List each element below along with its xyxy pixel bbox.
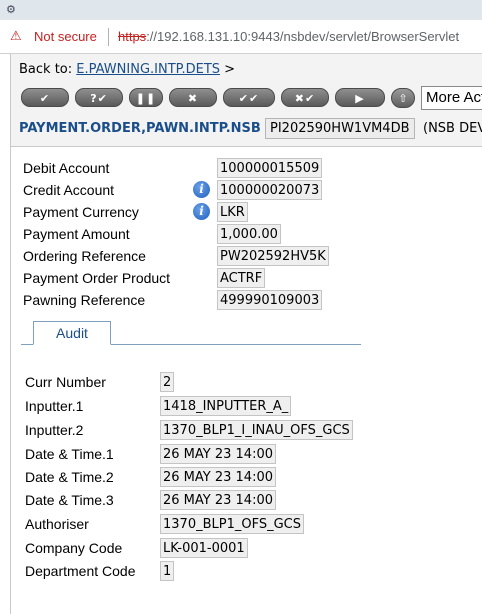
app-icon: ⚙ — [6, 3, 16, 16]
address-bar[interactable]: ⚠ Not secure https://192.168.131.10:9443… — [0, 20, 482, 54]
debit-account-value[interactable]: 100000015509 — [217, 158, 323, 178]
info-icon[interactable]: i — [193, 203, 210, 220]
authorise-button[interactable]: ✔✔ — [223, 88, 275, 107]
audit-label: Curr Number — [25, 374, 106, 390]
warning-icon[interactable]: ⚠ — [10, 29, 22, 44]
commit-icon: ✔ — [39, 92, 51, 105]
more-actions-select[interactable]: More Actions — [421, 86, 482, 110]
address-separator — [108, 28, 109, 46]
reverse-button[interactable]: ✖✔ — [281, 88, 329, 107]
window-titlebar: ⚙ — [0, 0, 482, 20]
up-arrow-icon: ⇧ — [398, 92, 408, 105]
pause-icon: ❚❚ — [135, 92, 157, 105]
back-prefix: Back to: — [19, 62, 73, 77]
date-time-2-value: 26 MAY 23 14:00 — [160, 467, 276, 487]
transaction-id-field[interactable]: PI202590HW1VM4DB — [265, 118, 415, 139]
url-scheme: https — [118, 29, 147, 44]
commit-button[interactable]: ✔ — [21, 88, 69, 107]
validate-button[interactable]: ?✔ — [75, 88, 123, 107]
field-label: Pawning Reference — [23, 292, 146, 308]
department-code-value: 1 — [160, 561, 175, 581]
field-label: Credit Account — [23, 182, 115, 198]
inputter-1-value: 1418_INPUTTER_A_ — [160, 396, 292, 416]
cross-icon: ✖ — [187, 92, 199, 105]
ordering-reference-value[interactable]: PW202592HV5K — [217, 246, 329, 266]
payment-amount-value[interactable]: 1,000.00 — [217, 224, 281, 244]
application-name: PAYMENT.ORDER,PAWN.INTP.NSB — [19, 121, 261, 136]
delete-button[interactable]: ✖ — [169, 88, 217, 107]
back-link[interactable]: E.PAWNING.INTP.DETS — [76, 62, 220, 77]
audit-label: Date & Time.2 — [25, 469, 114, 485]
record-body: Debit Account 100000015509 Credit Accoun… — [10, 146, 482, 614]
curr-number-value: 2 — [160, 372, 175, 392]
upload-button[interactable]: ⇧ — [391, 88, 415, 108]
field-label: Debit Account — [23, 160, 110, 176]
audit-label: Inputter.1 — [25, 398, 84, 414]
url-rest: ://192.168.131.10:9443/nsbdev/servlet/Br… — [146, 29, 460, 44]
payment-order-product-value[interactable]: ACTRF — [217, 268, 266, 288]
validate-icon: ?✔ — [90, 92, 108, 105]
url-text[interactable]: https://192.168.131.10:9443/nsbdev/servl… — [118, 29, 459, 44]
audit-label: Date & Time.3 — [25, 492, 114, 508]
field-label: Ordering Reference — [23, 248, 146, 264]
next-button[interactable]: ▶ — [335, 88, 385, 107]
info-icon[interactable]: i — [193, 181, 210, 198]
hold-button[interactable]: ❚❚ — [129, 88, 163, 107]
audit-label: Company Code — [25, 540, 123, 556]
header-frame: Back to: E.PAWNING.INTP.DETS > ✔ ?✔ ❚❚ ✖… — [10, 54, 482, 146]
cross-check-icon: ✖✔ — [294, 92, 316, 105]
tab-audit[interactable]: Audit — [33, 321, 111, 345]
environment-label: (NSB DEV — [423, 121, 482, 136]
field-label: Payment Currency — [23, 204, 139, 220]
credit-account-value[interactable]: 100000020073 — [217, 180, 323, 200]
breadcrumb: Back to: E.PAWNING.INTP.DETS > — [19, 62, 235, 77]
company-code-value: LK-001-0001 — [160, 538, 248, 558]
tab-bar: Audit — [21, 321, 361, 345]
audit-label: Date & Time.1 — [25, 446, 114, 462]
date-time-3-value: 26 MAY 23 14:00 — [160, 490, 276, 510]
arrow-right-icon: ▶ — [355, 92, 365, 105]
audit-label: Inputter.2 — [25, 422, 84, 438]
back-suffix: > — [224, 62, 236, 77]
audit-label: Authoriser — [25, 516, 89, 532]
audit-label: Department Code — [25, 563, 136, 579]
field-label: Payment Amount — [23, 226, 130, 242]
security-label[interactable]: Not secure — [34, 29, 97, 44]
date-time-1-value: 26 MAY 23 14:00 — [160, 444, 276, 464]
field-label: Payment Order Product — [23, 270, 171, 286]
payment-currency-value[interactable]: LKR — [217, 202, 248, 222]
authoriser-value: 1370_BLP1_OFS_GCS — [160, 514, 304, 534]
pawning-reference-value[interactable]: 499990109003 — [217, 290, 323, 310]
inputter-2-value: 1370_BLP1_I_INAU_OFS_GCS — [160, 420, 353, 440]
double-check-icon: ✔✔ — [238, 92, 260, 105]
